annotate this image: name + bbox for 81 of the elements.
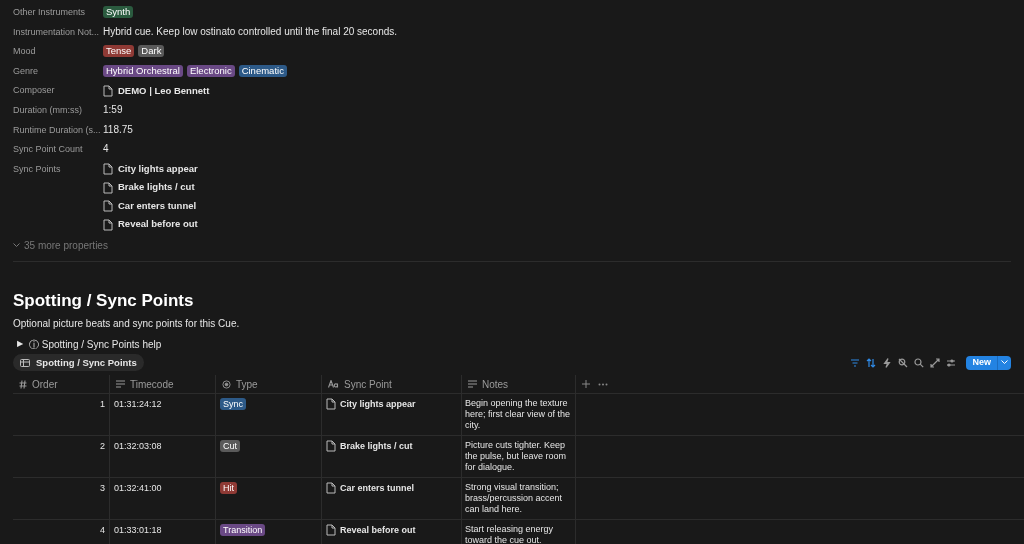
table-cell: 01:32:41:00 bbox=[114, 483, 162, 494]
table-cell: 01:33:01:18 bbox=[114, 525, 162, 536]
tag: Hybrid Orchestral bbox=[103, 64, 183, 77]
toggle-arrow[interactable]: ▶ bbox=[17, 338, 23, 351]
text-lines-icon bbox=[116, 380, 125, 389]
page-link[interactable]: City lights appear bbox=[118, 161, 198, 177]
tag: Cinematic bbox=[238, 64, 287, 77]
page-icon bbox=[326, 524, 336, 537]
tag: Electronic bbox=[186, 64, 235, 77]
property-label: Sync Point Count bbox=[13, 143, 83, 156]
table-cell-text: 1 bbox=[100, 399, 105, 412]
table-cell-text: 2 bbox=[100, 441, 105, 454]
property-label: Sync Points bbox=[13, 162, 61, 175]
tag: Tense bbox=[103, 45, 135, 58]
page-link[interactable]: Brake lights / cut bbox=[340, 440, 413, 453]
page-icon bbox=[326, 440, 336, 453]
column-header[interactable]: Type bbox=[236, 376, 258, 392]
property-value: Hybrid cue. Keep low ostinato controlled until the final 20 seconds. bbox=[103, 24, 398, 39]
page-link[interactable]: Car enters tunnel bbox=[118, 198, 197, 214]
page-icon bbox=[326, 482, 336, 495]
column-header[interactable]: Sync Point bbox=[344, 376, 392, 392]
page-link[interactable]: Reveal before out bbox=[340, 524, 416, 537]
tag: Synth bbox=[103, 6, 134, 18]
page-link[interactable]: Car enters tunnel bbox=[340, 482, 415, 495]
page-icon bbox=[103, 218, 113, 231]
property-label: Runtime Duration (s... bbox=[13, 123, 101, 136]
text-type-icon bbox=[328, 380, 339, 389]
add-icon[interactable] bbox=[582, 380, 590, 389]
section-heading: Spotting / Sync Points bbox=[13, 290, 195, 313]
table-cell: Begin opening the texture here; first clear view of the city. bbox=[465, 398, 572, 432]
expand-icon[interactable] bbox=[930, 357, 941, 368]
column-header[interactable]: Timecode bbox=[130, 376, 174, 392]
table-cell-text: 4 bbox=[100, 525, 105, 538]
property-label: Duration (mm:ss) bbox=[13, 103, 82, 116]
table-cell-text: Picture cuts tighter. Keep the pulse, but leave room for dialogue. bbox=[465, 440, 568, 474]
lightning-icon[interactable] bbox=[882, 357, 893, 368]
sliders-icon[interactable] bbox=[946, 357, 957, 368]
search-icon[interactable] bbox=[914, 357, 925, 368]
type-tag: Hit bbox=[220, 482, 237, 495]
page-icon bbox=[103, 163, 113, 175]
type-tag: Cut bbox=[220, 440, 240, 453]
property-label: Mood bbox=[13, 45, 36, 58]
table-cell-text: 3 bbox=[100, 483, 105, 496]
page-link[interactable]: DEMO | Leo Bennett bbox=[118, 83, 210, 98]
table-cell-text: Strong visual transition; brass/percussion accent can land here. bbox=[465, 482, 564, 516]
table-cell: 01:31:24:12 bbox=[114, 399, 162, 410]
select-icon bbox=[222, 379, 231, 389]
hidden-search-icon[interactable] bbox=[898, 357, 909, 368]
type-tag: Sync bbox=[220, 398, 246, 411]
property-value: 4 bbox=[103, 142, 109, 157]
chevron-down-icon[interactable] bbox=[1001, 360, 1008, 366]
sort-icon[interactable] bbox=[866, 357, 877, 368]
page-link[interactable]: Brake lights / cut bbox=[118, 180, 195, 195]
hash-icon bbox=[19, 379, 27, 389]
view-tab[interactable]: Spotting / Sync Points bbox=[13, 354, 144, 372]
tag: Dark bbox=[138, 45, 165, 58]
text-lines-icon bbox=[468, 380, 477, 389]
property-label: Other Instruments bbox=[13, 6, 86, 18]
chevron-down-icon bbox=[13, 243, 20, 249]
page-link[interactable]: City lights appear bbox=[340, 398, 416, 411]
property-label: Composer bbox=[13, 84, 55, 97]
type-tag: Transition bbox=[220, 524, 266, 537]
table-cell-text: Start releasing energy toward the cue out. bbox=[465, 524, 555, 544]
help-toggle[interactable]: ⓘ Spotting / Sync Points help bbox=[29, 336, 162, 352]
table-icon bbox=[20, 358, 30, 367]
more-icon[interactable] bbox=[598, 382, 608, 386]
page-icon bbox=[103, 84, 113, 97]
page-icon bbox=[326, 398, 336, 411]
page-link[interactable]: Reveal before out bbox=[118, 217, 198, 232]
table-cell: 01:32:03:08 bbox=[114, 441, 162, 452]
property-label: Genre bbox=[13, 64, 38, 77]
more-properties-link[interactable]: 35 more properties bbox=[24, 238, 108, 254]
new-button[interactable]: New bbox=[966, 355, 1011, 370]
property-label: Instrumentation Not... bbox=[13, 25, 100, 38]
property-value: 1:59 bbox=[103, 102, 123, 117]
column-header[interactable]: Order bbox=[32, 376, 58, 392]
column-header[interactable]: Notes bbox=[482, 376, 509, 392]
property-value: 118.75 bbox=[103, 122, 133, 137]
page-icon bbox=[103, 200, 113, 212]
page-icon bbox=[103, 181, 113, 194]
section-description: Optional picture beats and sync points for this Cue. bbox=[13, 318, 241, 331]
